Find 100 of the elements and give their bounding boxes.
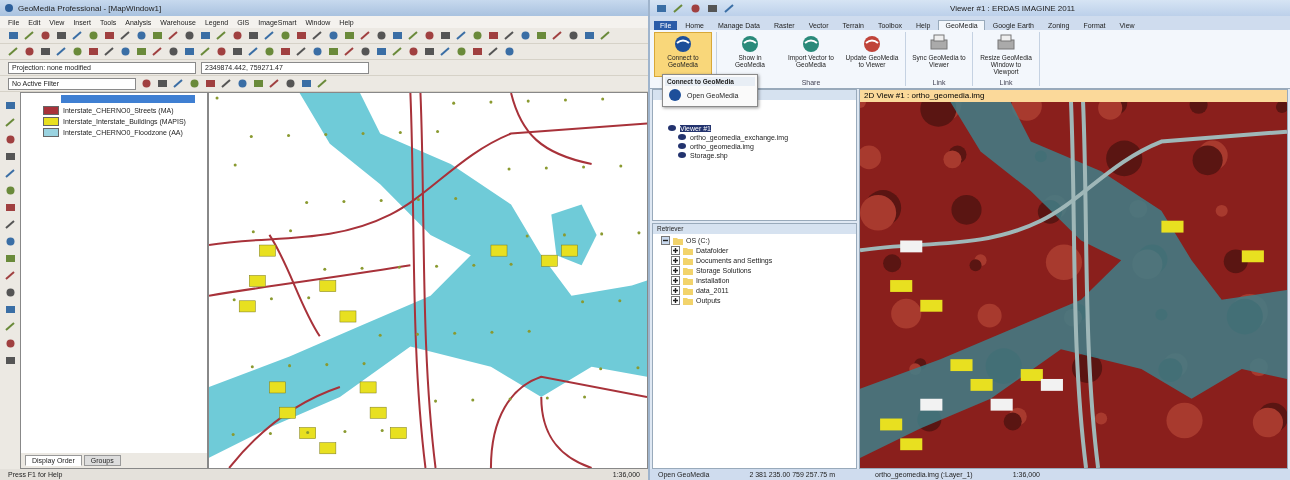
tool-icon[interactable] [88,46,99,57]
tool-icon[interactable] [4,236,16,247]
tool-icon[interactable] [8,46,19,57]
tool-icon[interactable] [280,46,291,57]
tool-icon[interactable] [4,338,16,349]
tool-icon[interactable] [312,30,323,41]
tool-icon[interactable] [360,46,371,57]
tool-icon[interactable] [168,30,179,41]
tool-icon[interactable] [4,321,16,332]
tool-icon[interactable] [4,287,16,298]
tool-icon[interactable] [488,30,499,41]
tool-icon[interactable] [456,30,467,41]
tool-icon[interactable] [40,30,51,41]
tool-icon[interactable] [168,46,179,57]
tool-icon[interactable] [4,355,16,366]
expand-icon[interactable] [671,286,680,295]
tool-icon[interactable] [120,46,131,57]
tool-icon[interactable] [424,46,435,57]
tool-icon[interactable] [440,30,451,41]
tool-icon[interactable] [673,2,684,14]
collapse-icon[interactable] [661,236,670,245]
tool-icon[interactable] [4,134,16,145]
tool-icon[interactable] [157,78,168,89]
tool-icon[interactable] [4,100,16,111]
tool-icon[interactable] [237,78,248,89]
tool-icon[interactable] [253,78,264,89]
tool-icon[interactable] [269,78,280,89]
tool-icon[interactable] [344,46,355,57]
tool-icon[interactable] [184,30,195,41]
tool-icon[interactable] [504,46,515,57]
tool-icon[interactable] [4,270,16,281]
tool-icon[interactable] [456,46,467,57]
tool-icon[interactable] [296,30,307,41]
tool-icon[interactable] [264,30,275,41]
tool-icon[interactable] [248,46,259,57]
tool-icon[interactable] [328,30,339,41]
tool-icon[interactable] [216,30,227,41]
tool-icon[interactable] [56,46,67,57]
tool-icon[interactable] [285,78,296,89]
tool-icon[interactable] [317,78,328,89]
tool-icon[interactable] [301,78,312,89]
tool-icon[interactable] [504,30,515,41]
tool-icon[interactable] [344,30,355,41]
tool-icon[interactable] [584,30,595,41]
tool-icon[interactable] [408,30,419,41]
tool-icon[interactable] [173,78,184,89]
tool-icon[interactable] [152,30,163,41]
expand-icon[interactable] [671,276,680,285]
expand-icon[interactable] [671,256,680,265]
tool-icon[interactable] [221,78,232,89]
tool-icon[interactable] [408,46,419,57]
tool-icon[interactable] [264,46,275,57]
tool-icon[interactable] [4,185,16,196]
tool-icon[interactable] [472,30,483,41]
tool-icon[interactable] [72,46,83,57]
tool-icon[interactable] [707,2,718,14]
tool-icon[interactable] [248,30,259,41]
tool-icon[interactable] [488,46,499,57]
tool-icon[interactable] [152,46,163,57]
tool-icon[interactable] [56,30,67,41]
tool-icon[interactable] [232,30,243,41]
tool-icon[interactable] [88,30,99,41]
tool-icon[interactable] [424,30,435,41]
tool-icon[interactable] [690,2,701,14]
tool-icon[interactable] [4,219,16,230]
tool-icon[interactable] [440,46,451,57]
tool-icon[interactable] [184,46,195,57]
tool-icon[interactable] [72,30,83,41]
tool-icon[interactable] [568,30,579,41]
tool-icon[interactable] [216,46,227,57]
tool-icon[interactable] [724,2,735,14]
tool-icon[interactable] [4,117,16,128]
tool-icon[interactable] [328,46,339,57]
tool-icon[interactable] [472,46,483,57]
tool-icon[interactable] [4,304,16,315]
tool-icon[interactable] [536,30,547,41]
tool-icon[interactable] [200,30,211,41]
tool-icon[interactable] [4,202,16,213]
tool-icon[interactable] [189,78,200,89]
tool-icon[interactable] [4,168,16,179]
expand-icon[interactable] [671,266,680,275]
tool-icon[interactable] [552,30,563,41]
tool-icon[interactable] [360,30,371,41]
tool-icon[interactable] [312,46,323,57]
tool-icon[interactable] [296,46,307,57]
tool-icon[interactable] [24,46,35,57]
tool-icon[interactable] [376,46,387,57]
tool-icon[interactable] [205,78,216,89]
tool-icon[interactable] [600,30,611,41]
tool-icon[interactable] [656,2,667,14]
tool-icon[interactable] [104,30,115,41]
tool-icon[interactable] [141,78,152,89]
tool-icon[interactable] [120,30,131,41]
tool-icon[interactable] [136,30,147,41]
tool-icon[interactable] [4,151,16,162]
tool-icon[interactable] [232,46,243,57]
expand-icon[interactable] [671,246,680,255]
tool-icon[interactable] [280,30,291,41]
tool-icon[interactable] [104,46,115,57]
tool-icon[interactable] [4,253,16,264]
